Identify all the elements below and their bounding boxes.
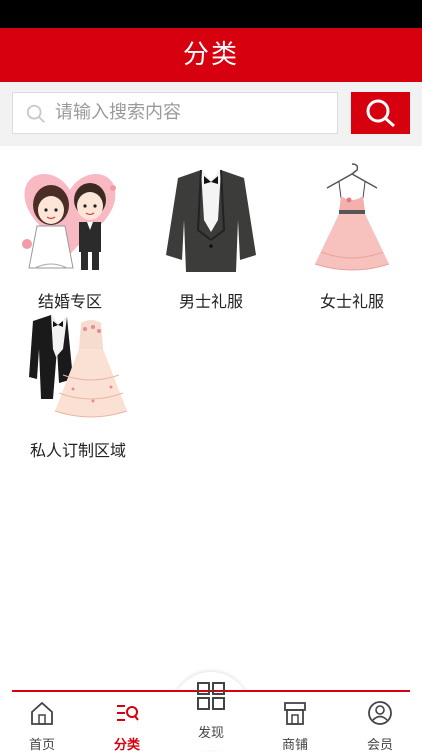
category-item-wedding[interactable]: 结婚专区 (0, 160, 140, 312)
page-header: 分类 (0, 28, 422, 82)
page-title: 分类 (182, 40, 239, 70)
search-input[interactable]: 请输入搜索内容 (12, 92, 338, 134)
category-item-custom-area[interactable]: 私人订制区域 (8, 309, 148, 461)
search-button[interactable] (351, 92, 410, 134)
bottom-tab-bar: 首页 分类 发现 商铺 会员 (0, 682, 422, 753)
search-placeholder: 请输入搜索内容 (55, 102, 181, 123)
mens-tuxedo-image (166, 169, 256, 272)
shop-icon (284, 702, 306, 725)
tab-discover[interactable]: 发现 (181, 676, 241, 741)
search-icon (366, 99, 395, 128)
tab-category[interactable]: 分类 (97, 696, 157, 753)
tab-member[interactable]: 会员 (350, 696, 410, 753)
discover-grid-icon (197, 682, 225, 710)
tab-home[interactable]: 首页 (12, 696, 72, 753)
tab-label: 会员 (366, 738, 393, 753)
custom-outfits-image (29, 315, 128, 418)
tab-shop[interactable]: 商铺 (265, 696, 325, 753)
womens-dress-image (314, 163, 390, 271)
member-icon (368, 701, 392, 725)
category-label: 私人订制区域 (29, 441, 126, 460)
category-label: 男士礼服 (178, 292, 243, 311)
category-item-womens-formal[interactable]: 女士礼服 (282, 160, 422, 312)
category-icon (117, 705, 139, 721)
wedding-couple-image (22, 173, 116, 270)
category-item-mens-formal[interactable]: 男士礼服 (141, 160, 281, 312)
tab-label: 商铺 (281, 738, 308, 753)
tab-label: 分类 (113, 738, 140, 753)
category-label: 女士礼服 (319, 292, 384, 311)
home-icon (31, 701, 53, 725)
tab-label: 发现 (197, 726, 224, 741)
status-bar (0, 0, 422, 28)
tab-label: 首页 (28, 738, 55, 753)
search-area: 请输入搜索内容 (0, 82, 422, 146)
search-icon (26, 104, 45, 123)
